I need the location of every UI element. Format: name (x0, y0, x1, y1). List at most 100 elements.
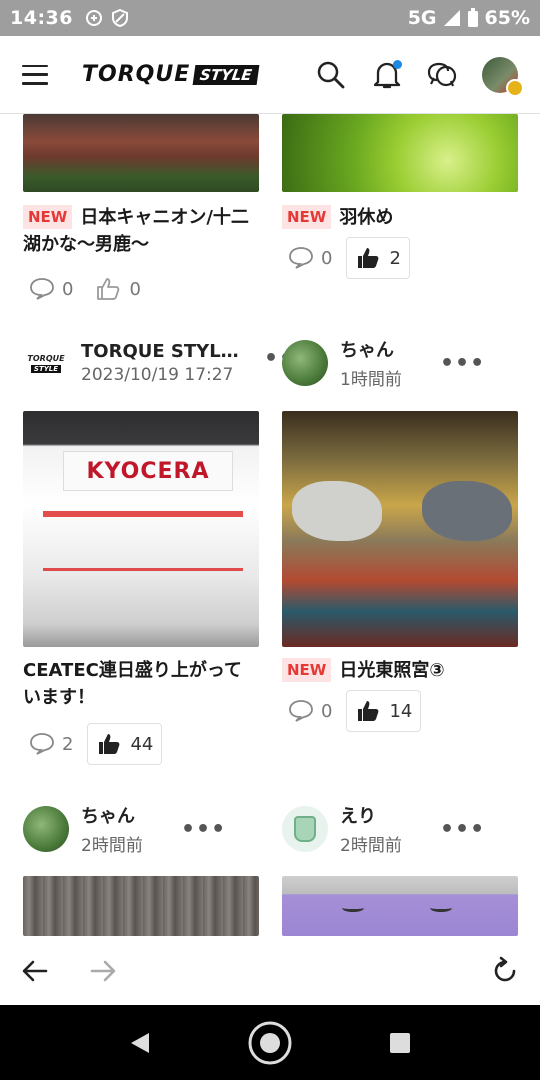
system-home-icon[interactable] (247, 1020, 293, 1066)
notification-dot (393, 59, 402, 69)
post-image[interactable] (23, 876, 259, 936)
post-image[interactable] (282, 411, 518, 647)
author-name[interactable]: ちゃん (340, 336, 440, 362)
shield-icon (111, 9, 128, 27)
post-timestamp: 2時間前 (340, 836, 402, 856)
new-badge: NEW (23, 205, 73, 229)
avatar-logo-sub: STYLE (30, 364, 62, 373)
profile-avatar[interactable] (482, 56, 524, 97)
back-arrow-icon[interactable] (20, 956, 50, 986)
post-title-text: CEATEC連日盛り上がっています！ (23, 660, 242, 708)
comment-count[interactable]: 0 (282, 699, 338, 723)
post-card[interactable]: えり 2時間前 ••• (282, 800, 518, 936)
comment-count-value: 2 (62, 733, 74, 755)
status-bar: 14:36 5G 65% (0, 0, 540, 36)
author-name[interactable]: えり (340, 802, 440, 828)
thumbs-up-icon (358, 248, 379, 268)
forward-arrow-icon[interactable] (88, 956, 118, 986)
network-label: 5G (407, 7, 437, 29)
post-timestamp: 2023/10/19 17:27 (81, 365, 234, 385)
plush-eyes (342, 904, 452, 914)
carving-elephant-grey (422, 481, 512, 541)
like-button[interactable]: 44 (87, 723, 163, 765)
post-title-text: 羽休め (339, 207, 394, 228)
logo-sub-text: STYLE (192, 64, 260, 85)
system-recents-icon[interactable] (387, 1030, 413, 1056)
author-name[interactable]: ちゃん (81, 802, 181, 828)
comment-count[interactable]: 0 (282, 246, 338, 270)
logo-main-text: TORQUE (82, 62, 191, 87)
author-avatar[interactable]: TORQUE STYLE (23, 340, 69, 386)
post-author[interactable]: えり 2時間前 ••• (282, 800, 518, 858)
post-image[interactable]: KYOCERA (23, 411, 259, 647)
like-count-value: 0 (129, 278, 141, 300)
like-count-value: 2 (389, 247, 401, 269)
like-count-value: 44 (130, 733, 154, 755)
carving-elephant-white (292, 481, 382, 541)
search-icon (317, 61, 345, 88)
more-options-button[interactable]: ••• (440, 817, 484, 842)
new-badge: NEW (282, 205, 332, 229)
comment-count[interactable]: 2 (23, 732, 79, 756)
post-card[interactable]: TORQUE STYLE TORQUE STYL… 2023/10/19 17:2… (23, 334, 259, 765)
system-nav-bar (0, 1005, 540, 1080)
chat-icon (427, 62, 457, 86)
rank-badge-icon (506, 78, 524, 97)
notifications-button[interactable] (370, 58, 404, 92)
battery-percent: 65% (484, 7, 530, 29)
post-feed[interactable]: NEW 日本キャニオン/十二湖かな〜男鹿〜 0 0 NEW 羽休め 0 2 TO… (0, 114, 540, 936)
like-count-value: 14 (389, 700, 413, 722)
comment-icon (289, 247, 313, 269)
post-title[interactable]: NEW 日本キャニオン/十二湖かな〜男鹿〜 (23, 204, 259, 258)
comment-icon (30, 733, 54, 755)
more-options-button[interactable]: ••• (181, 817, 225, 842)
comment-icon (30, 278, 54, 300)
post-title-text: 日光東照宮③ (339, 660, 445, 681)
new-badge: NEW (282, 658, 332, 682)
status-time: 14:36 (10, 7, 73, 29)
system-back-icon[interactable] (127, 1030, 153, 1056)
booth-sign-text: KYOCERA (63, 451, 233, 491)
post-image[interactable] (282, 114, 518, 192)
author-avatar[interactable] (282, 340, 328, 386)
post-card[interactable]: NEW 羽休め 0 2 (282, 114, 518, 279)
avatar-logo-main: TORQUE (27, 353, 65, 363)
signal-icon (443, 10, 460, 26)
thumbs-up-icon (99, 734, 120, 754)
booth-red-structure (43, 511, 243, 571)
author-avatar[interactable] (23, 806, 69, 852)
comment-count-value: 0 (321, 700, 333, 722)
browser-nav-bar (0, 936, 540, 1005)
search-button[interactable] (314, 58, 348, 92)
like-button[interactable]: 14 (346, 690, 422, 732)
torque-style-logo[interactable]: TORQUE STYLE (82, 62, 260, 87)
more-options-button[interactable]: ••• (440, 351, 484, 376)
like-button[interactable]: 2 (346, 237, 410, 279)
post-card[interactable]: ちゃん 2時間前 ••• (23, 800, 259, 936)
thumbs-up-icon (358, 701, 379, 721)
post-image[interactable] (23, 114, 259, 192)
post-card[interactable]: ちゃん 1時間前 ••• NEW 日光東照宮③ 0 14 (282, 334, 518, 732)
comment-count-value: 0 (321, 247, 333, 269)
chat-button[interactable] (426, 58, 460, 92)
menu-icon[interactable] (22, 64, 48, 85)
post-title[interactable]: NEW 日光東照宮③ (282, 657, 518, 684)
comment-count[interactable]: 0 (23, 277, 79, 301)
comment-icon (289, 700, 313, 722)
comment-count-value: 0 (62, 278, 74, 300)
post-title[interactable]: CEATEC連日盛り上がっています！ (23, 657, 259, 711)
author-avatar[interactable] (282, 806, 328, 852)
reload-icon[interactable] (490, 956, 520, 986)
post-title[interactable]: NEW 羽休め (282, 204, 518, 231)
battery-icon (467, 8, 478, 27)
post-author[interactable]: ちゃん 2時間前 ••• (23, 800, 259, 858)
post-author[interactable]: ちゃん 1時間前 ••• (282, 334, 518, 392)
like-button[interactable]: 0 (87, 268, 148, 310)
post-card[interactable]: NEW 日本キャニオン/十二湖かな〜男鹿〜 0 0 (23, 114, 259, 310)
data-saver-icon (85, 10, 102, 26)
post-image[interactable] (282, 876, 518, 936)
post-author[interactable]: TORQUE STYLE TORQUE STYL… 2023/10/19 17:2… (23, 334, 259, 392)
thumbs-up-outline-icon (97, 278, 120, 300)
post-timestamp: 1時間前 (340, 370, 402, 390)
author-name[interactable]: TORQUE STYL… (81, 341, 259, 362)
